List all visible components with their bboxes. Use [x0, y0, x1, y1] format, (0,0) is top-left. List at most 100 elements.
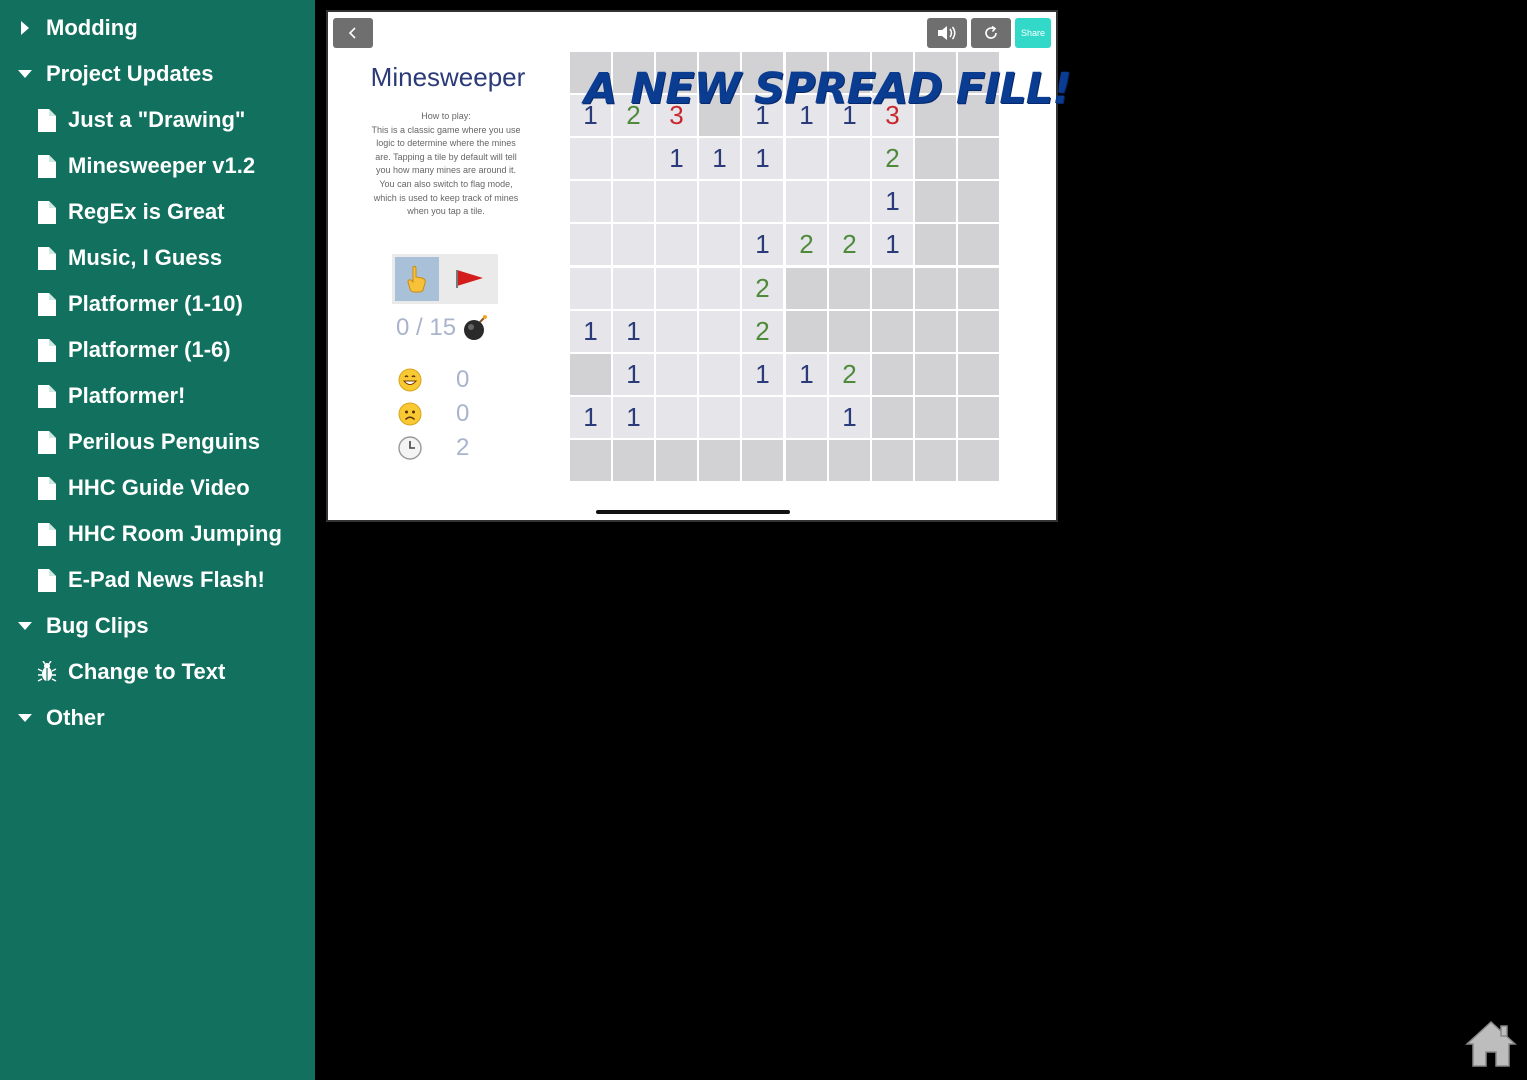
- flag-mode-button[interactable]: [448, 257, 492, 301]
- revealed-tile[interactable]: [570, 268, 611, 309]
- revealed-tile[interactable]: [786, 181, 827, 222]
- revealed-tile[interactable]: 1: [742, 95, 783, 136]
- hidden-tile[interactable]: [958, 95, 999, 136]
- sidebar-item-minesweeper-v1-2[interactable]: Minesweeper v1.2: [0, 146, 255, 186]
- hidden-tile[interactable]: [570, 440, 611, 481]
- hidden-tile[interactable]: [958, 440, 999, 481]
- hidden-tile[interactable]: [786, 268, 827, 309]
- revealed-tile[interactable]: [613, 268, 654, 309]
- hidden-tile[interactable]: [613, 52, 654, 93]
- sidebar-item-platformer[interactable]: Platformer!: [0, 376, 185, 416]
- revealed-tile[interactable]: [786, 138, 827, 179]
- hidden-tile[interactable]: [872, 354, 913, 395]
- revealed-tile[interactable]: 2: [742, 268, 783, 309]
- revealed-tile[interactable]: 2: [786, 224, 827, 265]
- revealed-tile[interactable]: 2: [829, 224, 870, 265]
- revealed-tile[interactable]: [656, 397, 697, 438]
- hidden-tile[interactable]: [915, 397, 956, 438]
- sidebar-item-platformer-1-6[interactable]: Platformer (1-6): [0, 330, 231, 370]
- revealed-tile[interactable]: [699, 268, 740, 309]
- revealed-tile[interactable]: [699, 224, 740, 265]
- hidden-tile[interactable]: [958, 224, 999, 265]
- sidebar-folder-other[interactable]: Other: [0, 698, 105, 738]
- hidden-tile[interactable]: [829, 268, 870, 309]
- revealed-tile[interactable]: 1: [829, 95, 870, 136]
- home-button[interactable]: [1463, 1018, 1519, 1070]
- revealed-tile[interactable]: [613, 224, 654, 265]
- revealed-tile[interactable]: 3: [656, 95, 697, 136]
- sound-button[interactable]: [927, 18, 967, 48]
- share-button[interactable]: Share: [1015, 18, 1051, 48]
- hidden-tile[interactable]: [656, 440, 697, 481]
- hidden-tile[interactable]: [829, 311, 870, 352]
- sidebar-item-e-pad-news-flash[interactable]: E-Pad News Flash!: [0, 560, 265, 600]
- hidden-tile[interactable]: [570, 52, 611, 93]
- hidden-tile[interactable]: [958, 397, 999, 438]
- hidden-tile[interactable]: [915, 95, 956, 136]
- revealed-tile[interactable]: 1: [613, 311, 654, 352]
- revealed-tile[interactable]: [829, 181, 870, 222]
- revealed-tile[interactable]: 3: [872, 95, 913, 136]
- revealed-tile[interactable]: [656, 354, 697, 395]
- revealed-tile[interactable]: [699, 354, 740, 395]
- hidden-tile[interactable]: [829, 52, 870, 93]
- hidden-tile[interactable]: [958, 52, 999, 93]
- revealed-tile[interactable]: [829, 138, 870, 179]
- revealed-tile[interactable]: 1: [570, 95, 611, 136]
- sidebar-item-hhc-room-jumping[interactable]: HHC Room Jumping: [0, 514, 282, 554]
- revealed-tile[interactable]: 1: [829, 397, 870, 438]
- sidebar-folder-modding[interactable]: Modding: [0, 8, 138, 48]
- back-button[interactable]: [333, 18, 373, 48]
- revealed-tile[interactable]: [742, 181, 783, 222]
- hidden-tile[interactable]: [872, 52, 913, 93]
- revealed-tile[interactable]: [699, 181, 740, 222]
- hidden-tile[interactable]: [915, 138, 956, 179]
- revealed-tile[interactable]: [786, 397, 827, 438]
- hidden-tile[interactable]: [958, 354, 999, 395]
- hidden-tile[interactable]: [699, 440, 740, 481]
- sidebar-item-platformer-1-10[interactable]: Platformer (1-10): [0, 284, 243, 324]
- revealed-tile[interactable]: [656, 311, 697, 352]
- revealed-tile[interactable]: [570, 181, 611, 222]
- revealed-tile[interactable]: [613, 138, 654, 179]
- hidden-tile[interactable]: [958, 268, 999, 309]
- revealed-tile[interactable]: 1: [613, 397, 654, 438]
- revealed-tile[interactable]: 1: [613, 354, 654, 395]
- sidebar-item-regex-is-great[interactable]: RegEx is Great: [0, 192, 225, 232]
- sidebar-folder-project-updates[interactable]: Project Updates: [0, 54, 214, 94]
- tap-mode-button[interactable]: [395, 257, 439, 301]
- hidden-tile[interactable]: [699, 95, 740, 136]
- hidden-tile[interactable]: [915, 181, 956, 222]
- refresh-button[interactable]: [971, 18, 1011, 48]
- hidden-tile[interactable]: [786, 311, 827, 352]
- hidden-tile[interactable]: [570, 354, 611, 395]
- hidden-tile[interactable]: [915, 311, 956, 352]
- revealed-tile[interactable]: [570, 138, 611, 179]
- sidebar-folder-bug-clips[interactable]: Bug Clips: [0, 606, 149, 646]
- revealed-tile[interactable]: 1: [786, 95, 827, 136]
- revealed-tile[interactable]: [613, 181, 654, 222]
- revealed-tile[interactable]: 1: [699, 138, 740, 179]
- hidden-tile[interactable]: [915, 354, 956, 395]
- hidden-tile[interactable]: [742, 52, 783, 93]
- revealed-tile[interactable]: [656, 268, 697, 309]
- sidebar-item-change-to-text[interactable]: Change to Text: [0, 652, 225, 692]
- sidebar-item-just-a-drawing[interactable]: Just a "Drawing": [0, 100, 245, 140]
- revealed-tile[interactable]: 2: [829, 354, 870, 395]
- revealed-tile[interactable]: 1: [570, 311, 611, 352]
- revealed-tile[interactable]: [656, 181, 697, 222]
- hidden-tile[interactable]: [613, 440, 654, 481]
- revealed-tile[interactable]: 1: [656, 138, 697, 179]
- hidden-tile[interactable]: [742, 440, 783, 481]
- revealed-tile[interactable]: 1: [872, 181, 913, 222]
- revealed-tile[interactable]: 2: [742, 311, 783, 352]
- revealed-tile[interactable]: [656, 224, 697, 265]
- hidden-tile[interactable]: [786, 440, 827, 481]
- revealed-tile[interactable]: 1: [742, 354, 783, 395]
- revealed-tile[interactable]: 1: [786, 354, 827, 395]
- revealed-tile[interactable]: 1: [742, 138, 783, 179]
- hidden-tile[interactable]: [872, 440, 913, 481]
- revealed-tile[interactable]: [742, 397, 783, 438]
- hidden-tile[interactable]: [915, 52, 956, 93]
- sidebar-item-hhc-guide-video[interactable]: HHC Guide Video: [0, 468, 250, 508]
